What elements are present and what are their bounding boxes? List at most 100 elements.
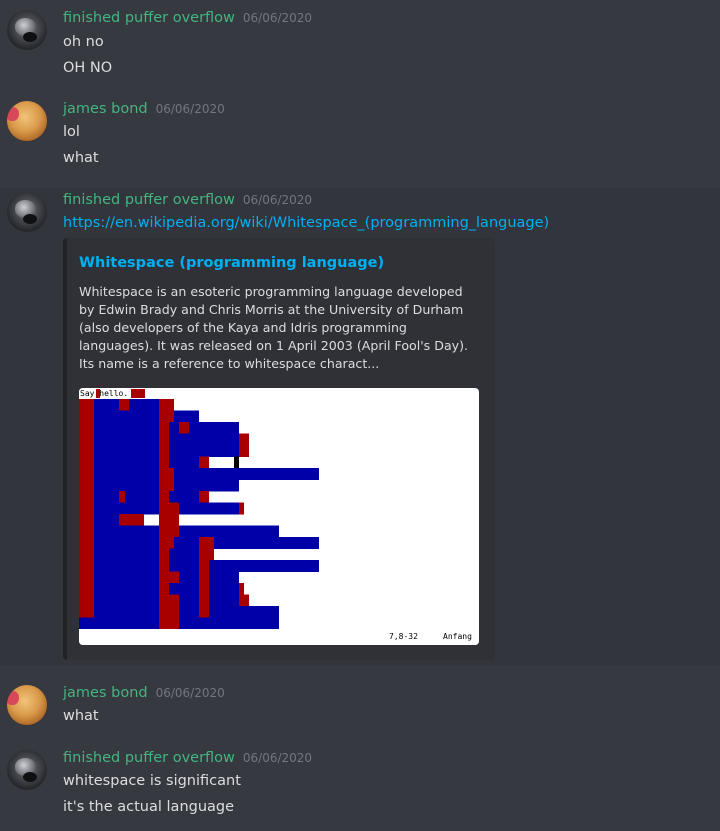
username[interactable]: james bond 06/06/2020: [63, 101, 225, 117]
whitespace-block: [189, 422, 239, 434]
message-text: OH NO: [63, 60, 113, 76]
whitespace-block: [159, 502, 179, 515]
whitespace-block: [169, 456, 199, 469]
whitespace-block: [79, 445, 94, 457]
whitespace-block: [199, 491, 209, 503]
whitespace-block: [159, 514, 179, 526]
username[interactable]: finished puffer overflow 06/06/2020: [63, 10, 312, 26]
whitespace-block: [174, 479, 239, 492]
whitespace-block: [199, 548, 214, 561]
whitespace-block: [179, 422, 189, 434]
username[interactable]: finished puffer overflow 06/06/2020: [63, 750, 312, 766]
embed-description: Whitespace is an esoteric programming la…: [79, 284, 469, 371]
bread-avatar[interactable]: [7, 101, 47, 141]
cursor-block: [234, 456, 239, 468]
whitespace-block: [159, 525, 179, 538]
whitespace-block: [169, 583, 199, 595]
whitespace-block: [79, 422, 94, 434]
whitespace-block: [159, 617, 179, 630]
message-link[interactable]: https://en.wikipedia.org/wiki/Whitespace…: [63, 215, 549, 231]
whitespace-block: [79, 514, 94, 526]
whitespace-block: [79, 560, 94, 572]
whitespace-block: [199, 537, 214, 549]
whitespace-block: [174, 410, 199, 423]
whitespace-block: [119, 514, 144, 526]
image-top-text: Say hello.: [80, 389, 128, 398]
whitespace-block: [94, 537, 159, 549]
whitespace-block: [94, 410, 159, 423]
whitespace-block: [79, 399, 94, 411]
whitespace-block: [159, 433, 169, 446]
author-name[interactable]: finished puffer overflow: [63, 192, 235, 208]
whitespace-block: [214, 537, 319, 549]
author-name[interactable]: james bond: [63, 101, 148, 117]
message-text: what: [63, 150, 99, 166]
whitespace-block: [79, 410, 94, 423]
whitespace-block: [94, 583, 159, 595]
whitespace-editor-image: Say hello. 7,8-32 Anfang: [79, 388, 479, 645]
username[interactable]: james bond 06/06/2020: [63, 685, 225, 701]
message-text: whitespace is significant: [63, 773, 241, 789]
image-status-left: 7,8-32: [389, 632, 418, 641]
whitespace-block: [94, 433, 159, 446]
whitespace-block: [94, 445, 159, 457]
whitespace-block: [94, 606, 159, 618]
whitespace-block: [79, 433, 94, 446]
username[interactable]: finished puffer overflow 06/06/2020: [63, 192, 312, 208]
embed-image[interactable]: Say hello. 7,8-32 Anfang: [79, 388, 479, 645]
whitespace-block: [79, 583, 94, 595]
whitespace-block: [179, 606, 199, 618]
whitespace-block: [209, 606, 279, 618]
bread-avatar[interactable]: [7, 685, 47, 725]
whitespace-block: [239, 594, 249, 607]
whitespace-block: [209, 583, 239, 595]
whitespace-block: [199, 606, 209, 618]
whitespace-block: [159, 456, 169, 469]
author-name[interactable]: finished puffer overflow: [63, 10, 235, 26]
timestamp: 06/06/2020: [155, 686, 225, 700]
whitespace-block: [179, 525, 279, 538]
whitespace-block: [159, 594, 179, 607]
whitespace-block: [79, 548, 94, 561]
embed-title[interactable]: Whitespace (programming language): [79, 255, 384, 271]
whitespace-block: [159, 548, 169, 561]
message-text: oh no: [63, 34, 104, 50]
whitespace-block: [94, 594, 159, 607]
author-name[interactable]: finished puffer overflow: [63, 750, 235, 766]
whitespace-block: [79, 525, 94, 538]
whitespace-block: [239, 433, 249, 446]
whitespace-block: [199, 560, 209, 572]
whitespace-block: [79, 456, 94, 469]
whitespace-rows: [79, 399, 319, 630]
whitespace-block: [209, 594, 239, 607]
whitespace-block: [179, 617, 279, 630]
whitespace-block: [94, 502, 159, 515]
whitespace-block: [169, 445, 239, 457]
whitespace-block: [169, 433, 239, 446]
whitespace-block: [94, 525, 159, 538]
whitespace-block: [79, 594, 94, 607]
whitespace-block: [159, 537, 174, 549]
whitespace-block: [94, 422, 159, 434]
puffer-avatar[interactable]: [7, 192, 47, 232]
whitespace-block: [159, 410, 174, 423]
whitespace-block: [169, 491, 199, 503]
whitespace-block: [79, 571, 94, 584]
puffer-avatar[interactable]: [7, 750, 47, 790]
image-status-right: Anfang: [443, 632, 472, 641]
whitespace-block: [209, 571, 239, 584]
whitespace-block: [159, 422, 169, 434]
whitespace-block: [159, 560, 169, 572]
whitespace-block: [125, 491, 159, 503]
whitespace-block: [169, 422, 179, 434]
whitespace-block: [94, 479, 159, 492]
timestamp: 06/06/2020: [242, 751, 313, 765]
whitespace-block: [199, 583, 209, 595]
whitespace-block: [159, 468, 174, 480]
author-name[interactable]: james bond: [63, 685, 148, 701]
puffer-avatar[interactable]: [7, 10, 47, 50]
timestamp: 06/06/2020: [155, 102, 225, 116]
whitespace-block: [199, 456, 209, 469]
whitespace-block: [94, 514, 119, 526]
whitespace-block: [129, 399, 159, 411]
